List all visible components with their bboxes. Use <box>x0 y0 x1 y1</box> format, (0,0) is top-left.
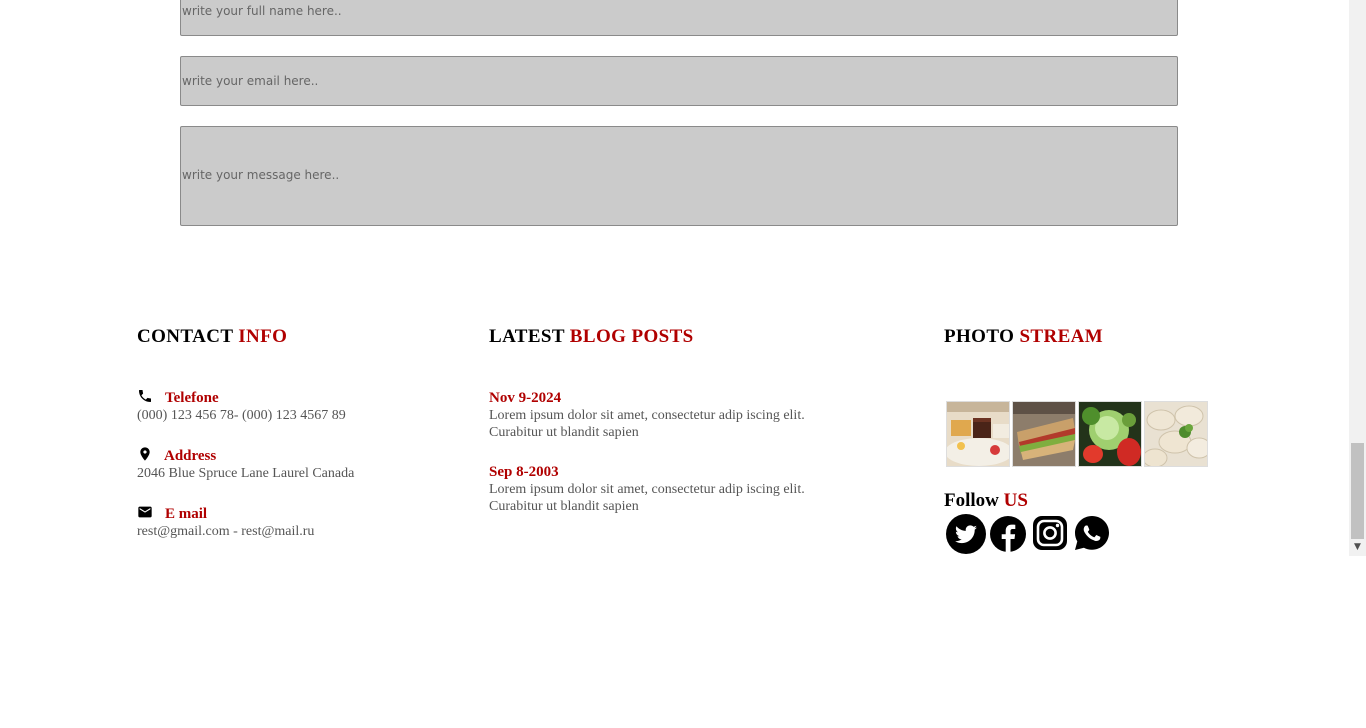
blog-post[interactable]: Nov 9-2024 Lorem ipsum dolor sit amet, c… <box>489 390 849 441</box>
contact-phone-label: Telefone <box>165 390 219 406</box>
heading-text: Follow <box>944 490 999 511</box>
vegetables-photo[interactable] <box>1078 401 1142 467</box>
scrollbar-thumb[interactable] <box>1351 443 1364 539</box>
heading-accent-text: INFO <box>238 326 288 347</box>
instagram-icon[interactable] <box>1031 514 1071 554</box>
mail-icon <box>138 506 152 518</box>
blog-post-date[interactable]: Nov 9-2024 <box>489 390 849 407</box>
heading-accent-text: US <box>1003 490 1028 511</box>
vertical-scrollbar[interactable]: ▼ <box>1349 0 1366 556</box>
twitter-icon[interactable] <box>946 514 986 554</box>
full-name-input[interactable] <box>180 0 1178 36</box>
email-input[interactable] <box>180 56 1178 106</box>
contact-address-label: Address <box>164 448 217 464</box>
heading-accent-text: STREAM <box>1019 326 1104 347</box>
whatsapp-icon[interactable] <box>1073 514 1113 554</box>
blog-post[interactable]: Sep 8-2003 Lorem ipsum dolor sit amet, c… <box>489 464 849 515</box>
follow-us-heading: Follow US <box>944 490 1028 512</box>
dumplings-photo[interactable] <box>1144 401 1208 467</box>
heading-text: CONTACT <box>137 326 234 347</box>
heading-accent-text: BLOG POSTS <box>569 326 694 347</box>
contact-info-heading: CONTACT INFO <box>137 326 437 348</box>
heading-text: PHOTO <box>944 326 1015 347</box>
contact-phone-value: (000) 123 456 78- (000) 123 4567 89 <box>137 408 346 423</box>
message-textarea[interactable] <box>180 126 1178 226</box>
contact-info-section: CONTACT INFO Telefone (000) 123 456 78- … <box>137 326 437 556</box>
dessert-photo[interactable] <box>946 401 1010 467</box>
contact-address-value: 2046 Blue Spruce Lane Laurel Canada <box>137 466 355 481</box>
blog-posts-heading: LATEST BLOG POSTS <box>489 326 869 348</box>
blog-post-date[interactable]: Sep 8-2003 <box>489 464 849 481</box>
blog-post-excerpt: Lorem ipsum dolor sit amet, consectetur … <box>489 408 805 440</box>
blog-post-excerpt: Lorem ipsum dolor sit amet, consectetur … <box>489 482 805 514</box>
photo-stream-heading: PHOTO STREAM <box>944 326 1224 348</box>
contact-email-label: E mail <box>165 506 208 522</box>
scroll-down-arrow-icon[interactable]: ▼ <box>1349 539 1366 556</box>
facebook-icon[interactable] <box>989 514 1029 554</box>
blog-posts-section: LATEST BLOG POSTS Nov 9-2024 Lorem ipsum… <box>489 326 869 526</box>
heading-text: LATEST <box>489 326 565 347</box>
phone-icon <box>139 390 151 402</box>
photo-stream-section: PHOTO STREAM Follow US <box>944 326 1224 566</box>
sandwich-photo[interactable] <box>1012 401 1076 467</box>
contact-email-value: rest@gmail.com - rest@mail.ru <box>137 524 315 539</box>
location-pin-icon <box>140 447 150 461</box>
